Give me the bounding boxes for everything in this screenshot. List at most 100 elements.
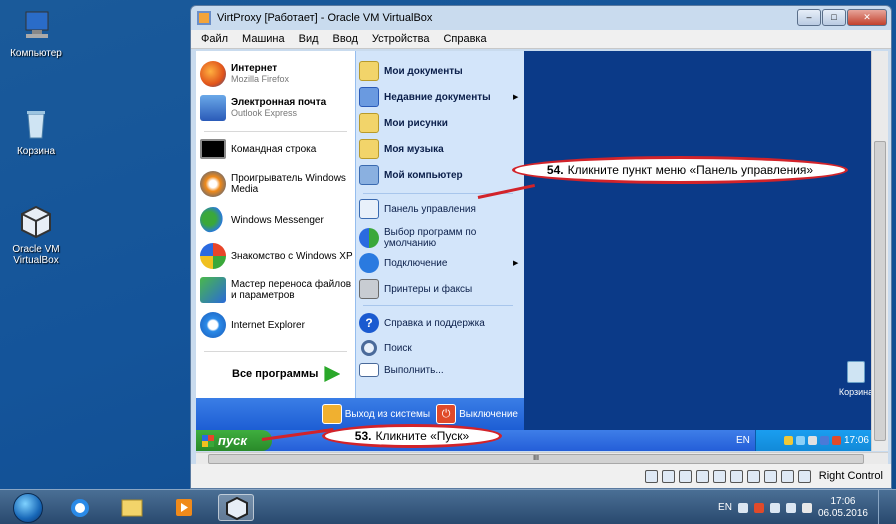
place-my-music[interactable]: Моя музыка <box>359 139 444 159</box>
menu-machine[interactable]: Машина <box>242 33 285 45</box>
cpu-icon[interactable] <box>763 469 777 483</box>
command-prompt-icon <box>200 139 226 159</box>
shutdown-button[interactable]: ⏻ Выключение <box>436 404 518 424</box>
tray-icon[interactable] <box>783 436 793 445</box>
guest-tray: 17:06 <box>755 430 871 451</box>
tray-icon[interactable] <box>807 436 817 445</box>
scroll-thumb[interactable]: III <box>208 454 864 464</box>
place-my-computer[interactable]: Мой компьютер <box>359 165 463 185</box>
network-signal-icon[interactable] <box>785 502 796 513</box>
guest-screen[interactable]: Интернет Mozilla Firefox Электронная почт… <box>196 51 871 451</box>
scroll-thumb[interactable] <box>874 141 886 441</box>
show-desktop-button[interactable] <box>878 490 888 524</box>
taskbar-virtualbox[interactable] <box>218 494 254 521</box>
guest-start-button[interactable]: пуск <box>196 430 272 451</box>
tray-icon[interactable] <box>769 502 780 513</box>
desktop-icon-virtualbox[interactable]: Oracle VM VirtualBox <box>0 204 72 266</box>
vertical-scrollbar[interactable] <box>871 51 888 451</box>
taskbar-explorer[interactable] <box>114 494 150 521</box>
music-folder-icon <box>359 139 379 159</box>
hard-disk-icon[interactable] <box>644 469 658 483</box>
desktop-icon-computer[interactable]: Компьютер <box>0 8 72 59</box>
annotation-text: Кликните пункт меню «Панель управления» <box>567 163 814 177</box>
menu-help[interactable]: Справка <box>443 33 486 45</box>
menu-separator <box>204 131 347 132</box>
desktop-icon-label: Компьютер <box>10 48 62 59</box>
network-adapter-icon[interactable] <box>678 469 692 483</box>
host-key-icon[interactable] <box>797 469 811 483</box>
recent-xp-tour[interactable]: Знакомство с Windows XP <box>200 243 353 269</box>
recent-documents-icon <box>359 87 379 107</box>
setting-default-programs[interactable]: Выбор программ по умолчанию <box>359 227 494 249</box>
window-titlebar[interactable]: VirtProxy [Работает] - Oracle VM Virtual… <box>191 6 891 30</box>
minimize-button[interactable]: – <box>797 9 821 26</box>
firefox-icon <box>200 61 226 87</box>
virtualbox-icon <box>18 204 54 240</box>
pinned-email[interactable]: Электронная почта Outlook Express <box>200 95 326 121</box>
logoff-button[interactable]: Выход из системы <box>321 404 430 424</box>
setting-control-panel[interactable]: Панель управления <box>359 199 476 219</box>
setting-printers[interactable]: Принтеры и факсы <box>359 279 472 299</box>
control-panel-icon <box>359 199 379 219</box>
messenger-icon <box>200 207 226 233</box>
host-clock[interactable]: 17:06 06.05.2016 <box>818 496 868 520</box>
printer-icon <box>359 279 379 299</box>
pinned-internet[interactable]: Интернет Mozilla Firefox <box>200 61 289 87</box>
display-icon[interactable] <box>729 469 743 483</box>
recent-label: Проигрыватель Windows Media <box>231 173 346 195</box>
computer-icon <box>18 8 54 44</box>
recent-ie[interactable]: Internet Explorer <box>200 312 305 338</box>
tray-icon[interactable] <box>831 436 841 445</box>
network-icon <box>359 253 379 273</box>
submenu-arrow-icon: ▶ <box>513 260 519 267</box>
host-key-label: Right Control <box>818 470 883 482</box>
menu-input[interactable]: Ввод <box>333 33 358 45</box>
menu-devices[interactable]: Устройства <box>372 33 430 45</box>
setting-search[interactable]: Поиск <box>359 338 412 358</box>
place-my-documents[interactable]: Мои документы <box>359 61 463 81</box>
taskbar-ie[interactable] <box>62 494 98 521</box>
setting-run[interactable]: Выполнить... <box>359 363 444 377</box>
guest-language[interactable]: EN <box>736 435 750 446</box>
recording-icon[interactable] <box>746 469 760 483</box>
place-my-pictures[interactable]: Мои рисунки <box>359 113 448 133</box>
host-language[interactable]: EN <box>718 502 732 513</box>
guest-clock[interactable]: 17:06 <box>844 435 869 446</box>
setting-label: Выполнить... <box>384 364 444 376</box>
volume-icon[interactable] <box>801 502 812 513</box>
search-icon <box>361 340 377 356</box>
taskbar-media-player[interactable] <box>166 494 202 521</box>
recent-messenger[interactable]: Windows Messenger <box>200 207 324 233</box>
guest-recycle-bin[interactable]: Корзина <box>836 361 871 397</box>
recent-cmd[interactable]: Командная строка <box>200 139 316 159</box>
recent-media-player[interactable]: Проигрыватель Windows Media <box>200 171 355 197</box>
place-recent-documents[interactable]: Недавние документы <box>359 87 491 107</box>
setting-help[interactable]: ? Справка и поддержка <box>359 313 485 333</box>
menu-file[interactable]: Файл <box>201 33 228 45</box>
all-programs-button[interactable]: Все программы <box>232 366 341 382</box>
annotation-number: 54. <box>546 163 564 177</box>
submenu-arrow-icon: ▶ <box>513 94 519 101</box>
tray-icon[interactable] <box>795 436 805 445</box>
optical-drive-icon[interactable] <box>661 469 675 483</box>
tray-icon[interactable] <box>753 502 764 513</box>
folder-icon <box>121 499 143 517</box>
tray-icon[interactable] <box>737 502 748 513</box>
place-label: Моя музыка <box>384 143 444 155</box>
setting-label: Выбор программ по умолчанию <box>384 227 477 249</box>
virtualbox-small-icon <box>197 11 211 25</box>
guest-recycle-label: Корзина <box>838 387 871 397</box>
mouse-integration-icon[interactable] <box>780 469 794 483</box>
maximize-button[interactable]: □ <box>822 9 846 26</box>
usb-icon[interactable] <box>695 469 709 483</box>
recent-label: Windows Messenger <box>231 214 324 226</box>
setting-connect[interactable]: Подключение <box>359 253 447 273</box>
desktop-icon-recycle-bin[interactable]: Корзина <box>0 106 72 157</box>
windows7-start-button[interactable] <box>13 493 43 523</box>
recent-label: Знакомство с Windows XP <box>231 250 353 262</box>
menu-view[interactable]: Вид <box>299 33 319 45</box>
tray-icon[interactable] <box>819 436 829 445</box>
shared-folder-icon[interactable] <box>712 469 726 483</box>
close-button[interactable]: ✕ <box>847 9 887 26</box>
recent-transfer-wizard[interactable]: Мастер переноса файлов и параметров <box>200 277 353 303</box>
